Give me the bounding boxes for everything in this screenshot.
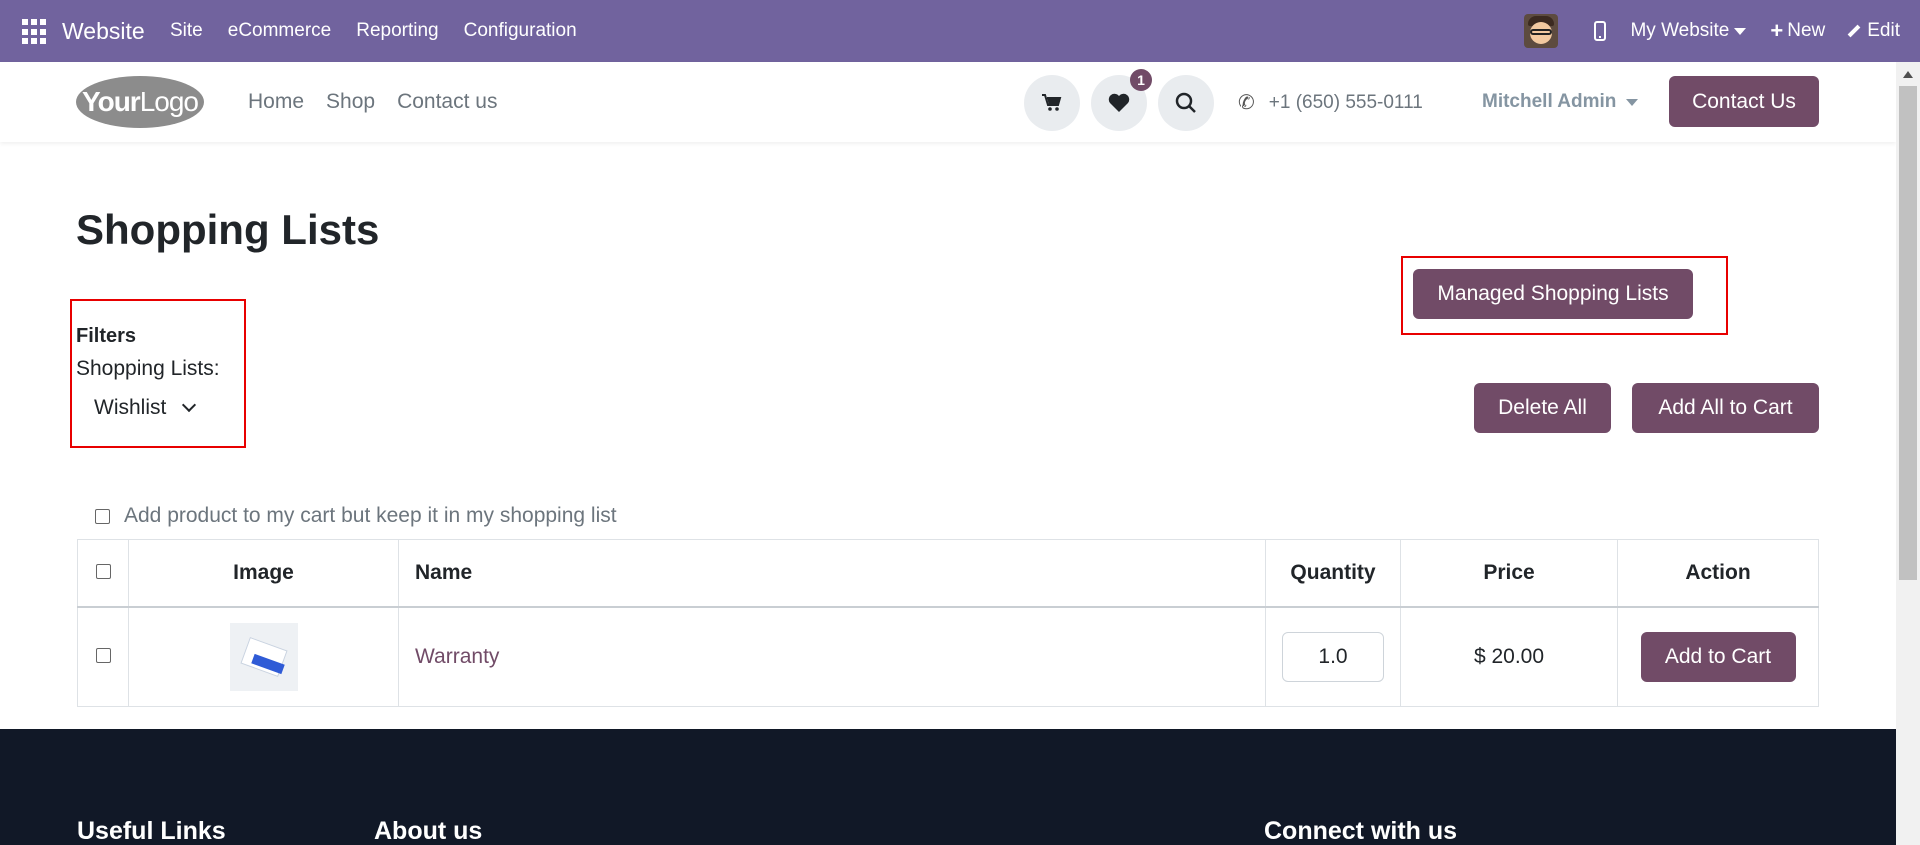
user-name: Mitchell Admin [1482, 91, 1617, 112]
column-header-action: Action [1617, 539, 1819, 608]
admin-navbar: Website Site eCommerce Reporting Configu… [0, 0, 1920, 62]
cart-button[interactable] [1024, 75, 1080, 131]
logo-text-bold: Your [82, 86, 141, 117]
caret-down-icon [1626, 98, 1639, 106]
product-name-cell: Warranty [398, 606, 1266, 707]
admin-menu: Site eCommerce Reporting Configuration [170, 20, 602, 42]
add-to-cart-button[interactable]: Add to Cart [1640, 631, 1796, 682]
row-checkbox[interactable] [95, 647, 111, 663]
column-header-name: Name [398, 539, 1266, 608]
user-avatar[interactable] [1524, 14, 1559, 48]
filters-heading: Filters [76, 325, 137, 347]
admin-right-tools: My Website + New Edit [1524, 0, 1900, 62]
logo-text-light: Logo [139, 86, 199, 117]
new-button[interactable]: + New [1770, 18, 1825, 44]
scroll-up-arrow-icon[interactable] [1903, 71, 1913, 78]
caret-down-icon [1734, 27, 1747, 35]
managed-shopping-lists-button[interactable]: Managed Shopping Lists [1413, 269, 1693, 319]
heart-icon [1108, 93, 1130, 112]
edit-button[interactable]: Edit [1847, 20, 1900, 42]
shopping-lists-label: Shopping Lists: [76, 357, 220, 380]
phone-icon: ✆ [1238, 92, 1255, 114]
scrollbar-thumb[interactable] [1899, 86, 1917, 580]
admin-menu-reporting[interactable]: Reporting [356, 20, 438, 42]
quantity-cell: 1.0 [1265, 606, 1401, 707]
price-cell: $ 20.00 [1400, 606, 1618, 707]
contact-us-button[interactable]: Contact Us [1669, 76, 1819, 127]
search-button[interactable] [1158, 75, 1214, 131]
select-all-cell [77, 539, 129, 608]
user-menu[interactable]: Mitchell Admin [1482, 91, 1639, 113]
edit-button-label: Edit [1867, 20, 1900, 41]
delete-all-button[interactable]: Delete All [1474, 383, 1611, 433]
admin-app-title[interactable]: Website [62, 18, 145, 45]
table-header-row: Image Name Quantity Price Action [77, 539, 1819, 608]
admin-menu-site[interactable]: Site [170, 20, 203, 42]
nav-home[interactable]: Home [248, 90, 304, 114]
main-nav: Home Shop Contact us [248, 90, 519, 114]
mobile-preview-icon[interactable] [1594, 21, 1607, 41]
keep-in-list-option: Add product to my cart but keep it in my… [95, 504, 617, 528]
admin-menu-ecommerce[interactable]: eCommerce [228, 20, 331, 42]
column-header-price: Price [1400, 539, 1618, 608]
website-switcher[interactable]: My Website [1630, 20, 1747, 42]
keep-in-list-label[interactable]: Add product to my cart but keep it in my… [124, 504, 617, 528]
chevron-down-icon [182, 397, 197, 413]
search-icon [1175, 92, 1196, 113]
phone-contact[interactable]: ✆ +1 (650) 555-0111 [1238, 90, 1423, 115]
nav-contact-us[interactable]: Contact us [397, 90, 497, 114]
shopping-list-selected: Wishlist [94, 396, 167, 419]
product-image[interactable] [229, 622, 298, 691]
nav-shop[interactable]: Shop [326, 90, 375, 114]
keep-in-list-checkbox[interactable] [95, 508, 110, 524]
footer-heading-useful-links: Useful Links [77, 817, 226, 845]
plus-icon: + [1770, 18, 1784, 43]
product-image-cell [128, 606, 399, 707]
shopping-list-dropdown[interactable]: Wishlist [94, 396, 197, 420]
column-header-quantity: Quantity [1265, 539, 1401, 608]
footer-heading-connect: Connect with us [1264, 817, 1458, 845]
site-footer: Useful Links About us Connect with us [0, 729, 1896, 845]
website-switcher-label: My Website [1630, 20, 1730, 41]
row-select-cell [77, 606, 129, 707]
column-header-image: Image [128, 539, 399, 608]
select-all-checkbox[interactable] [95, 563, 111, 579]
admin-menu-configuration[interactable]: Configuration [464, 20, 577, 42]
new-button-label: New [1787, 20, 1826, 41]
shopping-list-table: Image Name Quantity Price Action Warrant… [77, 539, 1819, 707]
phone-number: +1 (650) 555-0111 [1268, 91, 1423, 113]
website-header: Your Logo Home Shop Contact us 1 ✆ +1 (65… [0, 62, 1896, 142]
site-logo[interactable]: Your Logo [76, 76, 204, 128]
wishlist-count-badge: 1 [1130, 69, 1152, 91]
action-cell: Add to Cart [1617, 606, 1819, 707]
table-row: Warranty 1.0 $ 20.00 Add to Cart [77, 606, 1819, 707]
page-scrollbar[interactable] [1896, 62, 1920, 845]
product-name-link[interactable]: Warranty [415, 645, 499, 668]
cart-icon [1042, 94, 1062, 111]
footer-heading-about-us: About us [374, 817, 483, 845]
pencil-icon [1847, 24, 1861, 38]
add-all-to-cart-button[interactable]: Add All to Cart [1632, 383, 1819, 433]
quantity-input[interactable]: 1.0 [1282, 631, 1384, 682]
apps-grid-icon[interactable] [22, 19, 48, 45]
page-title: Shopping Lists [76, 206, 380, 253]
